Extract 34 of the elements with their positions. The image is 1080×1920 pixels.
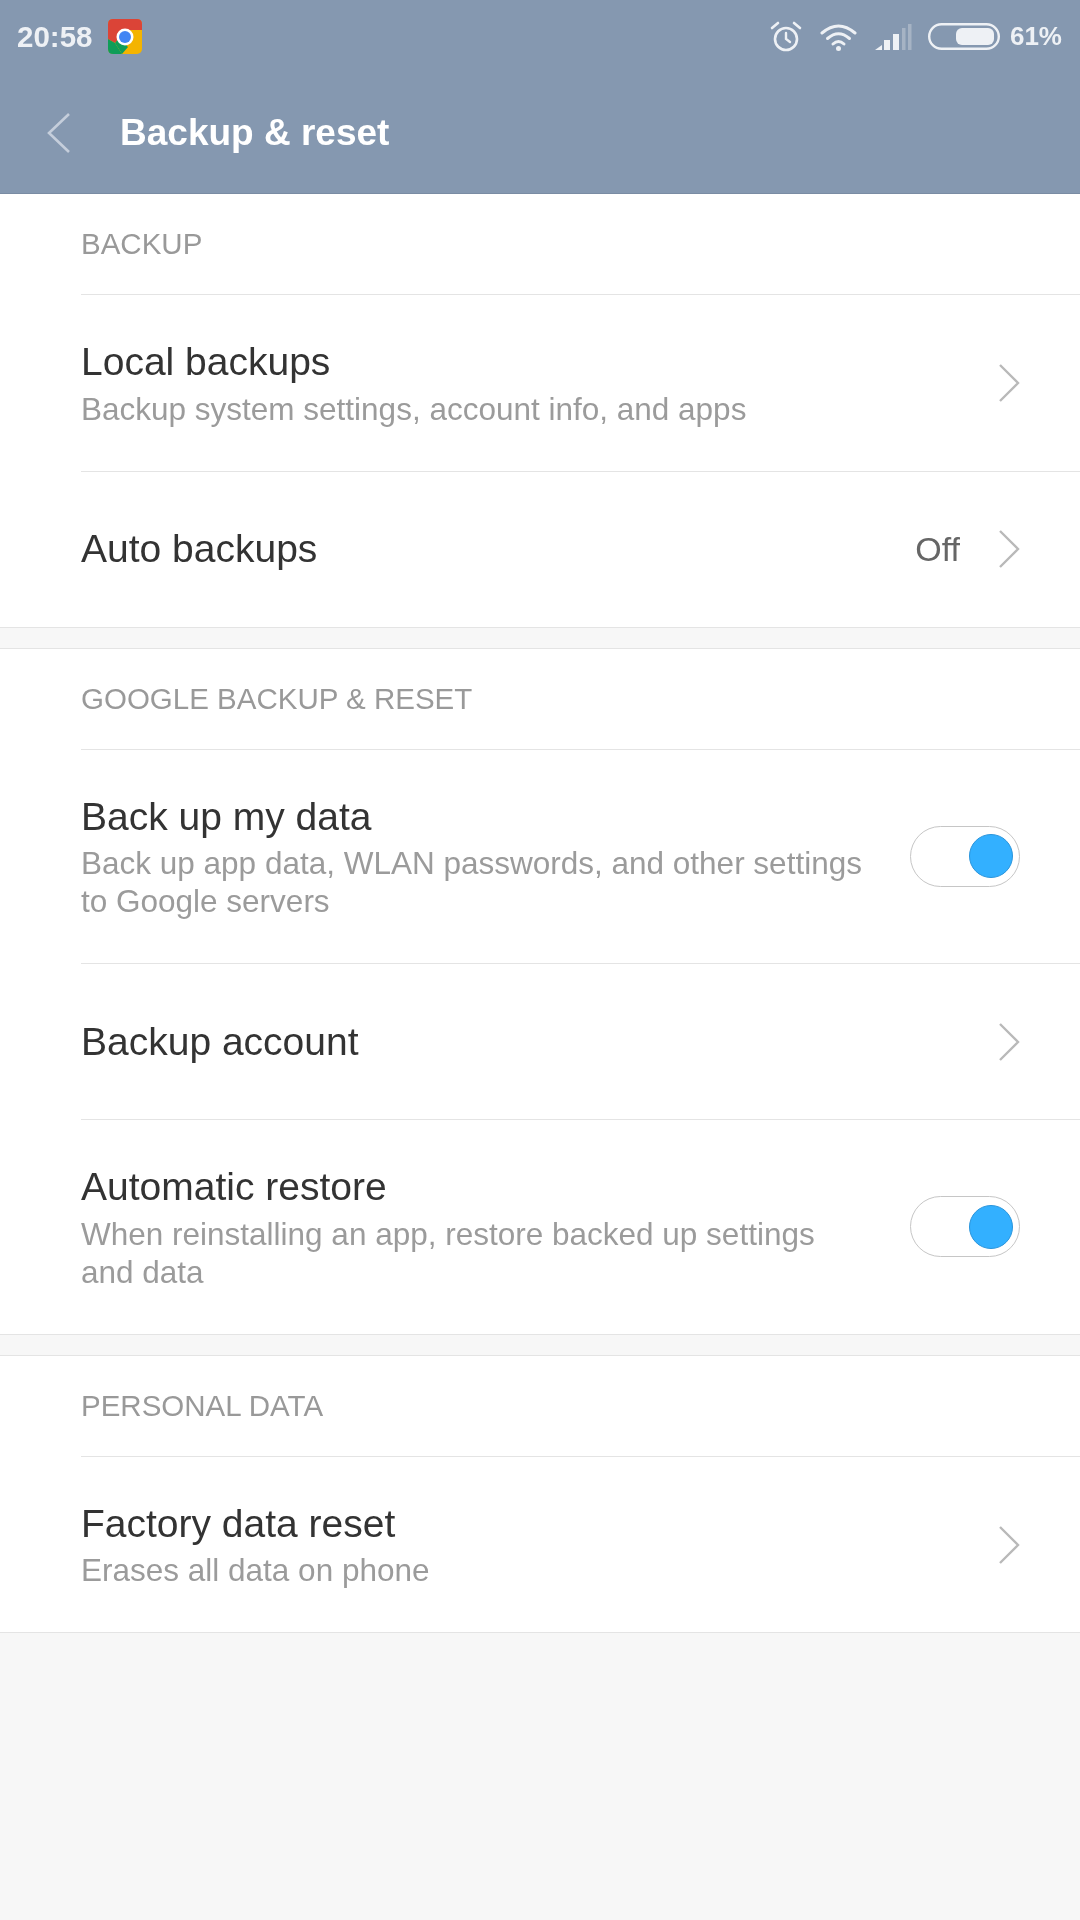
signal-icon: [874, 23, 912, 50]
back-icon: [46, 112, 72, 154]
settings-item[interactable]: Auto backups Off: [81, 470, 1080, 627]
item-title: Factory data reset: [81, 1500, 397, 1547]
item-title: Auto backups: [81, 526, 319, 573]
item-description: Back up app data, WLAN passwords, and other settings to Google servers: [81, 844, 863, 921]
item-description: Backup system settings, account info, and apps: [81, 389, 748, 428]
battery-icon: [927, 23, 1000, 50]
item-title: Local backups: [81, 339, 332, 385]
item-title: Automatic restore: [81, 1164, 388, 1211]
battery-percentage: 61%: [1009, 21, 1062, 52]
section-header: GOOGLE BACKUP & RESET: [81, 681, 473, 716]
page-title: Backup & reset: [120, 112, 390, 154]
chevron-right-icon: [998, 1524, 1020, 1565]
item-value: Off: [915, 529, 960, 569]
chevron-right-icon: [998, 529, 1020, 570]
item-title: Back up my data: [81, 793, 373, 840]
item-title: Backup account: [81, 1018, 360, 1065]
section-header: PERSONAL DATA: [81, 1388, 324, 1423]
wifi-icon: [819, 22, 857, 51]
alarm-clock-icon: [769, 20, 802, 53]
section-header: BACKUP: [81, 227, 203, 261]
chevron-right-icon: [998, 362, 1020, 403]
chevron-right-icon: [998, 1021, 1020, 1062]
status-time: 20:58: [17, 19, 93, 54]
settings-item[interactable]: Automatic restore When reinstalling an app, restore backed up settings and data: [81, 1119, 1080, 1334]
app-icon: [108, 19, 143, 54]
settings-item[interactable]: Factory data reset Erases all data on phone: [81, 1455, 1080, 1633]
back-button[interactable]: [46, 112, 72, 154]
settings-item[interactable]: Back up my data Back up app data, WLAN passwords, and other settings to Google servers: [81, 748, 1080, 964]
settings-item[interactable]: Local backups Backup system settings, account info, and apps: [81, 294, 1080, 471]
item-description: When reinstalling an app, restore backed up settings and data: [81, 1214, 816, 1291]
item-description: Erases all data on phone: [81, 1551, 431, 1590]
settings-item[interactable]: Backup account: [81, 963, 1080, 1120]
